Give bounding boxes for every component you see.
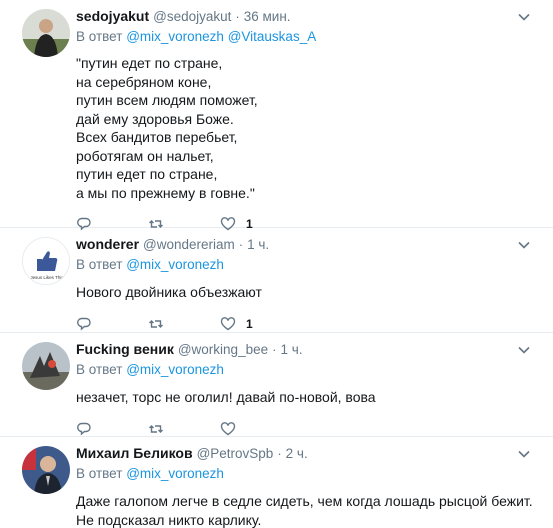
author-handle[interactable]: @working_bee (178, 341, 268, 359)
tweet[interactable]: Jesus Likes This wonderer @wondereriam ·… (0, 228, 553, 333)
chevron-down-icon[interactable] (517, 447, 531, 461)
avatar-caption: Jesus Likes This (30, 275, 64, 280)
author-handle[interactable]: @sedojyakut (153, 8, 231, 26)
reply-icon (77, 422, 91, 435)
reply-prefix: В ответ (76, 466, 123, 481)
avatar[interactable] (22, 446, 70, 494)
retweet-icon (149, 319, 163, 328)
chevron-down-icon[interactable] (517, 343, 531, 357)
reply-mention[interactable]: @Vitauskas_A (228, 29, 317, 44)
tweet-header: wonderer @wondereriam · 1 ч. (76, 235, 533, 254)
reply-context: В ответ @mix_voronezh (76, 256, 533, 274)
retweet-button[interactable] (148, 316, 220, 332)
reply-button[interactable] (76, 316, 148, 332)
tweet[interactable]: Fucking веник @working_bee · 1 ч. В отве… (0, 333, 553, 437)
tweet[interactable]: sedojyakut @sedojyakut · 36 мин. В ответ… (0, 0, 553, 231)
separator-dot: · (277, 446, 282, 461)
tweet-text: "путин едет по стране, на серебряном кон… (76, 55, 258, 201)
author-name[interactable]: Fucking веник (76, 340, 174, 358)
reply-context: В ответ @mix_voronezh (76, 361, 533, 379)
author-name[interactable]: sedojyakut (76, 7, 149, 25)
reply-context: В ответ @mix_voronezh @Vitauskas_A (76, 28, 533, 46)
like-count: 1 (246, 316, 253, 331)
separator-dot: · (235, 9, 240, 24)
chevron-down-icon[interactable] (517, 10, 531, 24)
tweet-actions (76, 419, 533, 439)
tweet-actions: 1 (76, 314, 533, 334)
reply-prefix: В ответ (76, 257, 123, 272)
reply-mention[interactable]: @mix_voronezh (126, 29, 224, 44)
author-handle[interactable]: @PetrovSpb (197, 445, 274, 463)
timestamp[interactable]: 1 ч. (247, 236, 269, 254)
heart-icon (220, 316, 236, 330)
timestamp[interactable]: 36 мин. (244, 8, 291, 26)
separator-dot: · (238, 237, 244, 252)
reply-prefix: В ответ (76, 29, 123, 44)
reply-button[interactable] (76, 421, 148, 437)
tweet-header: Михаил Беликов @PetrovSpb · 2 ч. (76, 444, 533, 463)
tweet-text: Даже галопом легче в седле сидеть, чем к… (76, 493, 533, 528)
author-handle[interactable]: @wondereriam (143, 236, 235, 254)
like-button[interactable]: 1 (220, 316, 292, 332)
tweet-header: Fucking веник @working_bee · 1 ч. (76, 340, 533, 359)
tweet-text: незачет, торс не оголил! давай по-новой,… (76, 389, 376, 405)
chevron-down-icon[interactable] (517, 238, 531, 252)
retweet-icon (149, 424, 163, 433)
tweet-feed: sedojyakut @sedojyakut · 36 мин. В ответ… (0, 0, 553, 528)
avatar[interactable]: Jesus Likes This (22, 237, 70, 285)
reply-icon (77, 317, 91, 330)
like-button[interactable] (220, 421, 292, 437)
timestamp[interactable]: 2 ч. (286, 445, 308, 463)
reply-mention[interactable]: @mix_voronezh (126, 466, 224, 481)
reply-context: В ответ @mix_voronezh (76, 465, 533, 483)
reply-mention[interactable]: @mix_voronezh (126, 362, 224, 377)
author-name[interactable]: Михаил Беликов (76, 444, 193, 462)
reply-prefix: В ответ (76, 362, 123, 377)
avatar[interactable] (22, 342, 70, 390)
heart-icon (220, 421, 236, 435)
tweet-text: Нового двойника объезжают (76, 284, 262, 300)
timestamp[interactable]: 1 ч. (280, 341, 302, 359)
tweet[interactable]: Михаил Беликов @PetrovSpb · 2 ч. В ответ… (0, 437, 553, 528)
avatar[interactable] (22, 9, 70, 57)
author-name[interactable]: wonderer (76, 235, 139, 253)
reply-mention[interactable]: @mix_voronezh (126, 257, 224, 272)
separator-dot: · (272, 342, 277, 357)
retweet-button[interactable] (148, 421, 220, 437)
tweet-header: sedojyakut @sedojyakut · 36 мин. (76, 7, 533, 26)
